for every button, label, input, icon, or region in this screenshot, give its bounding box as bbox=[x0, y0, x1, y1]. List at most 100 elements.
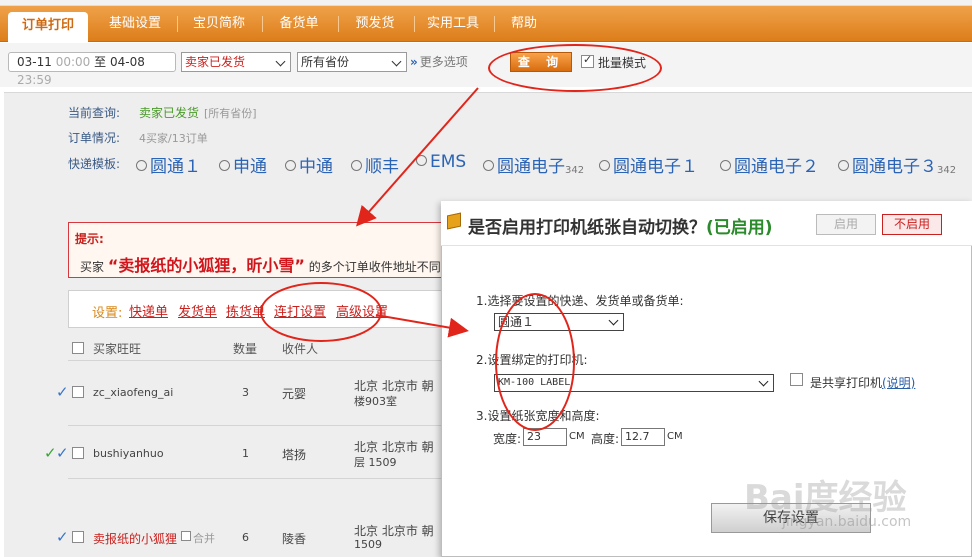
filter-bar: 03-11 00:00 至 04-08 23:59 卖家已发货 所有省份 bbox=[0, 43, 972, 87]
disable-button[interactable]: 不启用 bbox=[882, 214, 942, 235]
tab-stock-list[interactable]: 备货单 bbox=[266, 6, 332, 42]
hint-title: 提示: bbox=[75, 232, 104, 246]
col-buyer: 买家旺旺 bbox=[93, 342, 142, 356]
radio-icon bbox=[219, 160, 230, 171]
template-sub: 342 bbox=[937, 165, 957, 176]
order-status-value: 卖家已发货 bbox=[185, 55, 246, 69]
chevron-down-icon bbox=[607, 314, 621, 330]
buyer-id: bushiyanhuo bbox=[93, 447, 164, 460]
template-radio-shunfeng[interactable]: 顺丰 bbox=[351, 152, 399, 177]
template-radio-yuantong-e[interactable]: 圆通电子342 bbox=[483, 152, 584, 177]
row-divider bbox=[68, 425, 448, 426]
dialog-title: 是否启用打印机纸张自动切换？(已启用) bbox=[468, 213, 773, 238]
width-label: 宽度: bbox=[493, 432, 522, 446]
radio-icon bbox=[351, 160, 362, 171]
address-line1: 北京 北京市 朝 bbox=[354, 379, 434, 393]
row-checkbox[interactable] bbox=[72, 386, 84, 398]
more-options-link[interactable]: » 更多选项 bbox=[410, 53, 468, 70]
link-delivery-form[interactable]: 发货单 bbox=[178, 301, 217, 320]
template-name: EMS bbox=[430, 152, 467, 172]
address-line1: 北京 北京市 朝 bbox=[354, 440, 434, 454]
chevron-down-icon bbox=[274, 54, 288, 70]
template-name: 申通 bbox=[233, 157, 267, 177]
template-sub: 342 bbox=[565, 165, 585, 176]
current-query-label: 当前查询: bbox=[68, 106, 121, 120]
baidu-watermark: Bai度经验 bbox=[744, 478, 907, 518]
tab-separator bbox=[338, 16, 339, 32]
main-nav: 订单打印 基础设置 宝贝简称 备货单 预发货 实用工具 帮助 bbox=[0, 6, 972, 42]
template-name: 顺丰 bbox=[365, 157, 399, 177]
annotation-circle bbox=[495, 293, 575, 431]
merge-checkbox[interactable] bbox=[181, 531, 191, 541]
hint-text: 买家 “卖报纸的小狐狸，昕小雪” 的多个订单收件地址不同 bbox=[80, 252, 441, 276]
tab-basic-settings[interactable]: 基础设置 bbox=[98, 6, 172, 42]
radio-icon bbox=[136, 160, 147, 171]
check-icon: ✓ bbox=[44, 444, 57, 462]
check-icon: ✓ bbox=[56, 444, 69, 462]
tab-separator bbox=[414, 16, 415, 32]
shared-printer-help-link[interactable]: (说明) bbox=[882, 374, 915, 391]
height-input[interactable]: 12.7 bbox=[621, 428, 665, 446]
template-radio-yuantong-e2[interactable]: 圆通电子２ bbox=[720, 152, 819, 177]
tab-help[interactable]: 帮助 bbox=[498, 6, 550, 42]
time-from: 00:00 bbox=[55, 55, 91, 69]
height-label: 高度: bbox=[591, 432, 620, 446]
select-all-checkbox[interactable] bbox=[72, 342, 84, 354]
order-status-select[interactable]: 卖家已发货 bbox=[181, 52, 291, 72]
tab-item-shortname[interactable]: 宝贝简称 bbox=[182, 6, 256, 42]
template-name: 中通 bbox=[299, 157, 333, 177]
link-express-form[interactable]: 快递单 bbox=[129, 301, 168, 320]
height-unit: CM bbox=[667, 431, 683, 442]
chevron-down-icon bbox=[390, 54, 404, 70]
tab-order-print[interactable]: 订单打印 bbox=[8, 12, 88, 42]
radio-icon bbox=[599, 160, 610, 171]
template-radio-shentong[interactable]: 申通 bbox=[219, 152, 267, 177]
shared-printer-checkbox[interactable] bbox=[790, 373, 803, 386]
address-line2: 1509 bbox=[354, 538, 382, 551]
tab-pre-ship[interactable]: 预发货 bbox=[342, 6, 408, 42]
box-icon bbox=[447, 212, 461, 230]
row-checkbox[interactable] bbox=[72, 447, 84, 459]
hint-suffix: 的多个订单收件地址不同 bbox=[308, 260, 441, 274]
template-radio-yuantong-e3[interactable]: 圆通电子３342 bbox=[838, 152, 956, 177]
hint-prefix: 买家 bbox=[80, 260, 105, 274]
width-input[interactable]: 23 bbox=[523, 428, 567, 446]
row-divider bbox=[68, 478, 448, 479]
col-recipient: 收件人 bbox=[282, 342, 319, 356]
quantity: 3 bbox=[242, 386, 249, 399]
step1-label: 1.选择要设置的快递、发货单或备货单: bbox=[476, 294, 684, 308]
tab-separator bbox=[177, 16, 178, 32]
province-select[interactable]: 所有省份 bbox=[297, 52, 407, 72]
template-radio-yuantong1[interactable]: 圆通１ bbox=[136, 152, 201, 177]
annotation-circle bbox=[260, 282, 382, 342]
template-name: 圆通电子２ bbox=[734, 157, 819, 177]
template-name: 圆通电子３ bbox=[852, 157, 937, 177]
radio-icon bbox=[416, 155, 427, 166]
date-to-separator: 至 bbox=[94, 55, 107, 69]
template-name: 圆通１ bbox=[150, 157, 201, 177]
width-unit: CM bbox=[569, 431, 585, 442]
template-radio-yuantong-e1[interactable]: 圆通电子１ bbox=[599, 152, 698, 177]
more-options-label: 更多选项 bbox=[419, 55, 468, 69]
date-range-input[interactable]: 03-11 00:00 至 04-08 23:59 bbox=[8, 52, 176, 87]
template-radio-ems[interactable]: EMS bbox=[416, 152, 466, 172]
template-radio-zhongtong[interactable]: 中通 bbox=[285, 152, 333, 177]
radio-icon bbox=[720, 160, 731, 171]
date-from: 03-11 bbox=[17, 55, 52, 69]
tab-separator bbox=[262, 16, 263, 32]
buyer-id: 卖报纸的小狐狸 bbox=[93, 532, 178, 546]
radio-icon bbox=[285, 160, 296, 171]
tab-separator bbox=[494, 16, 495, 32]
address-line2: 楼903室 bbox=[354, 395, 397, 408]
radio-icon bbox=[838, 160, 849, 171]
hint-buyers: “卖报纸的小狐狸，昕小雪” bbox=[107, 256, 305, 275]
radio-icon bbox=[483, 160, 494, 171]
tab-tools[interactable]: 实用工具 bbox=[418, 6, 488, 42]
enable-button[interactable]: 启用 bbox=[816, 214, 876, 235]
row-checkbox[interactable] bbox=[72, 531, 84, 543]
double-chevron-icon: » bbox=[410, 55, 418, 69]
time-to: 23:59 bbox=[17, 73, 52, 87]
quantity: 1 bbox=[242, 447, 249, 460]
dialog-title-text: 是否启用打印机纸张自动切换？ bbox=[468, 218, 706, 238]
merge-label: 合并 bbox=[193, 532, 215, 545]
